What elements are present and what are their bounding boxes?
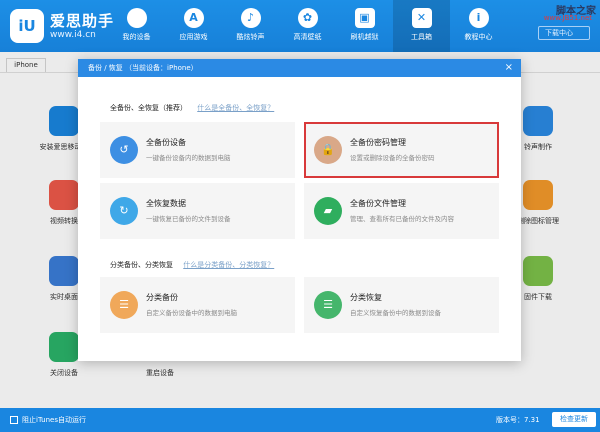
appstore-icon: A (183, 8, 204, 28)
app-logo: iU (10, 9, 44, 43)
close-icon[interactable]: × (505, 59, 513, 77)
bell-icon: ♪ (240, 8, 261, 28)
section-full-backup: 全备份、全恢复（推荐） 什么是全备份、全恢复？ (110, 103, 274, 113)
nav-label: 教程中心 (464, 33, 493, 41)
section-category-backup: 分类备份、分类恢复 什么是分类备份、分类恢复？ (110, 260, 274, 270)
nav-tutorials[interactable]: i 教程中心 (450, 0, 507, 52)
card-category-backup[interactable]: ☰ 分类备份 自定义备份设备中的数据到电脑 (100, 277, 295, 333)
brand-site: www.i4.cn (50, 30, 96, 40)
flower-icon: ✿ (297, 8, 318, 28)
folder-icon: ▰ (314, 197, 342, 225)
card-backup-password[interactable]: 🔒 全备份密码管理 设置或删除设备的全备份密码 (304, 122, 499, 178)
card-desc: 一键恢复已备份的文件到设备 (146, 215, 231, 223)
checkbox[interactable] (10, 416, 18, 424)
block-itunes-label: 阻止iTunes自动运行 (22, 416, 86, 424)
info-icon: i (468, 8, 489, 28)
main-nav: 我的设备 A 应用游戏 ♪ 酷炫铃声 ✿ 高清壁纸 ▣ 刷机越狱 ✕ 工具箱 i… (108, 0, 507, 52)
nav-my-device[interactable]: 我的设备 (108, 0, 165, 52)
section-title: 全备份、全恢复（推荐） (110, 104, 187, 112)
help-link[interactable]: 什么是分类备份、分类恢复？ (183, 261, 274, 269)
card-title: 分类备份 (146, 293, 178, 302)
status-bar: 阻止iTunes自动运行 版本号：7.31 检查更新 (0, 408, 600, 432)
nav-toolbox[interactable]: ✕ 工具箱 (393, 0, 450, 52)
category-backup-icon: ☰ (110, 291, 138, 319)
apple-icon (126, 8, 147, 28)
card-title: 分类恢复 (350, 293, 382, 302)
card-desc: 自定义恢复备份中的数据到设备 (350, 309, 441, 317)
card-full-backup[interactable]: ↺ 全备份设备 一键备份设备内的数据到电脑 (100, 122, 295, 178)
nav-ringtones[interactable]: ♪ 酷炫铃声 (222, 0, 279, 52)
nav-apps[interactable]: A 应用游戏 (165, 0, 222, 52)
dialog-header: 备份 / 恢复 （当前设备：iPhone） × (78, 59, 521, 77)
card-title: 全备份设备 (146, 138, 186, 147)
dialog-title: 备份 / 恢复 （当前设备：iPhone） (88, 64, 198, 72)
card-title: 全备份密码管理 (350, 138, 406, 147)
card-title: 全备份文件管理 (350, 199, 406, 208)
box-icon: ▣ (354, 8, 375, 28)
section-title: 分类备份、分类恢复 (110, 261, 173, 269)
card-desc: 自定义备份设备中的数据到电脑 (146, 309, 237, 317)
version-text: 版本号：7.31 (496, 416, 540, 424)
brand-name: 爱思助手 (50, 12, 115, 30)
nav-label: 应用游戏 (179, 33, 208, 41)
card-full-restore[interactable]: ↻ 全恢复数据 一键恢复已备份的文件到设备 (100, 183, 295, 239)
download-center-button[interactable]: 下载中心 (538, 26, 590, 40)
card-category-restore[interactable]: ☰ 分类恢复 自定义恢复备份中的数据到设备 (304, 277, 499, 333)
nav-wallpapers[interactable]: ✿ 高清壁纸 (279, 0, 336, 52)
nav-label: 我的设备 (122, 33, 151, 41)
card-backup-file-manager[interactable]: ▰ 全备份文件管理 管理、查看所有已备份的文件及内容 (304, 183, 499, 239)
top-bar: iU 爱思助手 www.i4.cn 我的设备 A 应用游戏 ♪ 酷炫铃声 ✿ 高… (0, 0, 600, 52)
nav-label: 酷炫铃声 (236, 33, 265, 41)
nav-label: 高清壁纸 (293, 33, 322, 41)
nav-label: 刷机越狱 (350, 33, 379, 41)
clock-restore-icon: ↻ (110, 197, 138, 225)
check-update-button[interactable]: 检查更新 (552, 412, 596, 427)
lock-icon: 🔒 (314, 136, 342, 164)
nav-label: 工具箱 (411, 33, 432, 41)
watermark-url: www.JB51.net (543, 14, 592, 22)
clock-backup-icon: ↺ (110, 136, 138, 164)
card-desc: 设置或删除设备的全备份密码 (350, 154, 435, 162)
card-desc: 管理、查看所有已备份的文件及内容 (350, 215, 454, 223)
card-title: 全恢复数据 (146, 199, 186, 208)
tools-icon: ✕ (411, 8, 432, 28)
category-restore-icon: ☰ (314, 291, 342, 319)
help-link[interactable]: 什么是全备份、全恢复？ (197, 104, 274, 112)
nav-flash-jailbreak[interactable]: ▣ 刷机越狱 (336, 0, 393, 52)
card-desc: 一键备份设备内的数据到电脑 (146, 154, 231, 162)
block-itunes-toggle[interactable]: 阻止iTunes自动运行 (10, 415, 86, 425)
backup-restore-dialog: 备份 / 恢复 （当前设备：iPhone） × 全备份、全恢复（推荐） 什么是全… (78, 59, 521, 361)
